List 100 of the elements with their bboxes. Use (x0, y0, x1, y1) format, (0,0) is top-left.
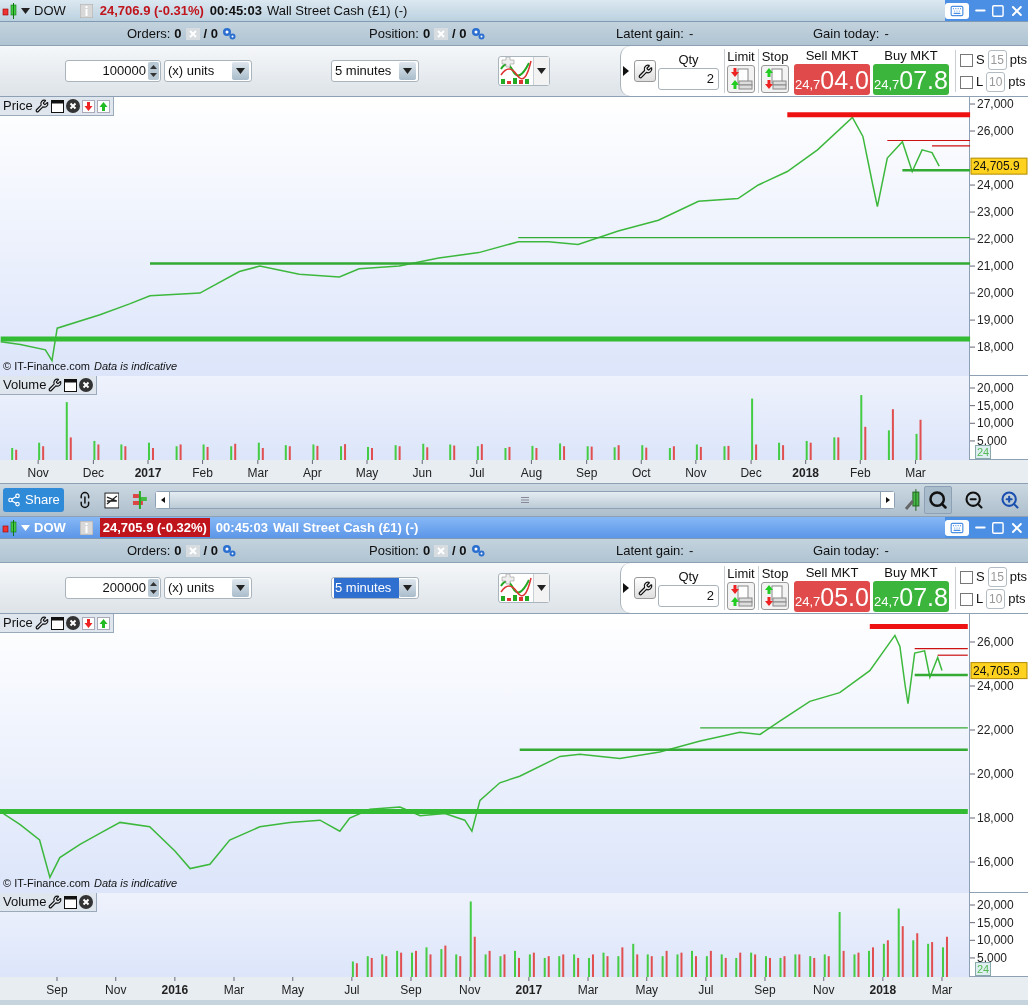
last-price-label: 24,705.9 (970, 157, 1028, 175)
axis-label: 2017 (134, 466, 162, 480)
axis-label: 21,000 (977, 259, 1014, 274)
axis-label: Dec (82, 466, 105, 480)
gain-today-label: Gain today: (813, 541, 880, 560)
axis-label: May (635, 983, 659, 997)
axis-label: Sep (754, 983, 776, 997)
instrument-name: Wall Street Cash (£1) (-) (272, 518, 419, 537)
axis-label: Aug (520, 466, 543, 480)
axis-label: Mar (223, 983, 245, 997)
checkbox-label: L (976, 73, 984, 92)
axis-label: Nov (459, 983, 481, 997)
axis-label: Dec (740, 466, 762, 480)
sell-label: Sell MKT (805, 47, 859, 64)
position-label: Position: (369, 24, 419, 43)
axis-label: 2016 (161, 983, 189, 997)
axis-label: 5,000 (977, 433, 1008, 448)
qty-label: Qty (678, 569, 699, 585)
axis-label: Jul (344, 983, 360, 997)
latent-gain-label: Latent gain: (616, 24, 684, 43)
latent-gain-label: Latent gain: (616, 541, 684, 560)
axis-label: Mar (931, 983, 953, 997)
orders-count: 0 (174, 24, 182, 43)
axis-label: 22,000 (977, 723, 1014, 737)
gain-today-value: - (884, 24, 889, 43)
axis-label: 15,000 (977, 915, 1014, 930)
axis-label: Jul (469, 466, 485, 480)
axis-label: 10,000 (977, 416, 1014, 431)
axis-label: Nov (685, 466, 707, 480)
axis-label: Jul (698, 983, 714, 997)
unit-label: pts (1008, 590, 1026, 609)
axis-label: Mar (247, 466, 269, 480)
axis-label: 20,000 (977, 767, 1014, 781)
axis-label: 26,000 (977, 635, 1014, 649)
copyright-text: © IT-Finance.com (3, 875, 90, 891)
clock-time: 00:45:03 (209, 1, 262, 20)
axis-label: 24,000 (977, 679, 1014, 693)
axis-label: 19,000 (977, 313, 1014, 328)
axis-label: Sep (576, 466, 598, 480)
pane-title: Price (3, 97, 33, 116)
disclaimer-text: Data is indicative (93, 358, 178, 374)
axis-label: 2017 (515, 983, 543, 997)
axis-label: 18,000 (977, 340, 1014, 355)
limit-label: Limit (727, 566, 755, 582)
position-count: 0 (422, 24, 431, 43)
axis-label: 24,000 (977, 178, 1014, 193)
axis-label: Mar (577, 983, 599, 997)
axis-label: Sep (46, 983, 68, 997)
last-price-label: 24,705.9 (970, 662, 1028, 680)
axis-label: Oct (631, 466, 651, 480)
axis-label: 20,000 (977, 898, 1014, 912)
stop-label: Stop (761, 566, 789, 582)
qty-label: Qty (678, 52, 699, 68)
position-label: Position: (369, 541, 419, 560)
copyright-text: © IT-Finance.com (3, 358, 90, 374)
buy-label: Buy MKT (884, 564, 938, 581)
axis-label: Feb (192, 466, 213, 480)
checkbox-label: S (976, 51, 985, 70)
axis-label: 16,000 (977, 855, 1014, 869)
axis-label: 15,000 (977, 398, 1014, 413)
axis-label: 18,000 (977, 811, 1014, 825)
axis-label: Nov (27, 466, 49, 480)
axis-label: Apr (303, 466, 322, 480)
limit-label: Limit (727, 49, 755, 65)
axis-label: Nov (813, 983, 835, 997)
axis-label: 5,000 (977, 950, 1008, 965)
axis-label: 20,000 (977, 286, 1014, 301)
pane-title: Price (3, 614, 33, 633)
axis-label: Nov (105, 983, 127, 997)
buy-label: Buy MKT (884, 47, 938, 64)
gain-today-label: Gain today: (813, 24, 880, 43)
axis-label: 2018 (792, 466, 820, 480)
position-total: / 0 (452, 541, 467, 560)
gain-today-value: - (884, 541, 889, 560)
position-count: 0 (422, 541, 431, 560)
clock-time: 00:45:03 (215, 518, 268, 537)
price-change: 24,706.9 (-0.31%) (99, 1, 204, 20)
unit-label: pts (1009, 51, 1027, 70)
pane-title: Volume (3, 376, 47, 395)
latent-gain-value: - (688, 24, 694, 43)
orders-label: Orders: (127, 541, 171, 560)
unit-label: pts (1008, 73, 1026, 92)
instrument-name: Wall Street Cash (£1) (-) (266, 1, 408, 20)
latent-gain-value: - (688, 541, 694, 560)
sell-label: Sell MKT (805, 564, 859, 581)
count-badge: 24 (975, 962, 992, 976)
axis-label: Jun (412, 466, 432, 480)
checkbox-label: L (976, 590, 984, 609)
axis-label: 27,000 (977, 97, 1014, 111)
disclaimer-text: Data is indicative (93, 875, 178, 891)
orders-label: Orders: (127, 24, 171, 43)
stop-label: Stop (761, 49, 789, 65)
axis-label: 22,000 (977, 232, 1014, 247)
pane-title: Volume (3, 893, 47, 912)
position-total: / 0 (452, 24, 467, 43)
axis-label: 23,000 (977, 205, 1014, 220)
axis-label: 2018 (869, 983, 897, 997)
axis-label: 26,000 (977, 124, 1014, 139)
axis-label: May (355, 466, 379, 480)
unit-label: pts (1009, 568, 1027, 587)
